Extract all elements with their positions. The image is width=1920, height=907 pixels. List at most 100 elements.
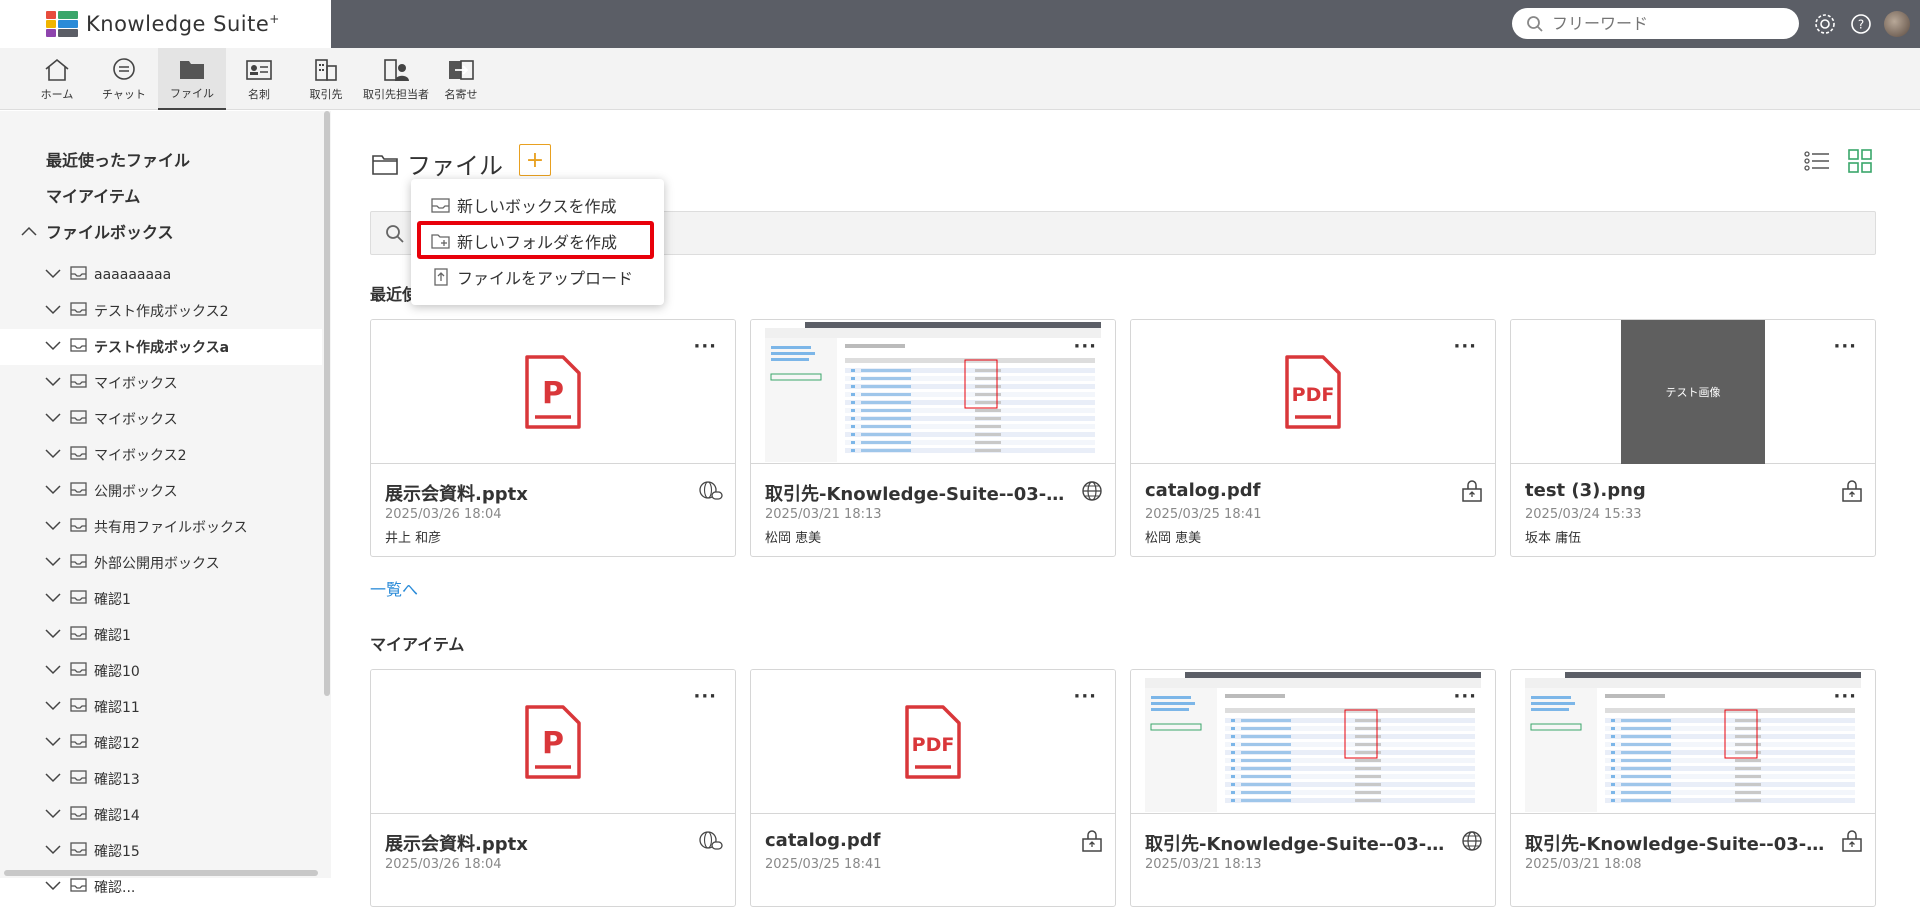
file-access-badge[interactable] (1081, 830, 1103, 856)
list-view-icon[interactable] (1804, 149, 1830, 177)
file-name[interactable]: 展示会資料.pptx (385, 480, 685, 506)
sidebar-box-item[interactable]: 確認1 (0, 617, 322, 653)
file-thumbnail[interactable]: P (371, 320, 735, 464)
avatar[interactable] (1884, 11, 1910, 37)
file-name[interactable]: 展示会資料.pptx (385, 830, 685, 856)
file-access-badge[interactable] (1841, 480, 1863, 506)
gear-icon[interactable] (1812, 11, 1838, 37)
file-name[interactable]: 取引先-Knowledge-Suite--03-21... (765, 480, 1065, 506)
chevron-down-icon[interactable] (44, 843, 62, 859)
nav-chat[interactable]: チャット (100, 48, 148, 110)
menu-upload-file[interactable]: ファイルをアップロード (431, 263, 633, 291)
file-card[interactable]: ··· 取引先-Knowledge-Suite--03-21... 2025/03/… (750, 319, 1116, 557)
nav-merge[interactable]: 名寄せ (440, 48, 482, 110)
global-search-input[interactable] (1552, 14, 1772, 33)
sidebar-box-item[interactable]: aaaaaaaaa (0, 257, 322, 293)
sidebar-horizontal-scrollbar[interactable] (4, 870, 318, 876)
file-thumbnail[interactable]: テスト画像 (1511, 320, 1875, 464)
chevron-down-icon[interactable] (44, 411, 62, 427)
sidebar-box-item[interactable]: 確認12 (0, 725, 322, 761)
chevron-down-icon[interactable] (44, 519, 62, 535)
chevron-down-icon[interactable] (44, 267, 62, 283)
file-thumbnail[interactable]: P (371, 670, 735, 814)
sidebar-box-item[interactable]: 確認11 (0, 689, 322, 725)
sidebar-recent-files[interactable]: 最近使ったファイル (46, 147, 190, 171)
nav-account[interactable]: 取引先 (305, 48, 347, 110)
file-thumbnail[interactable]: PDF (1131, 320, 1495, 464)
chevron-down-icon[interactable] (44, 735, 62, 751)
more-options-icon[interactable]: ··· (1833, 686, 1857, 707)
file-name[interactable]: catalog.pdf (1145, 480, 1445, 501)
chevron-down-icon[interactable] (44, 555, 62, 571)
sidebar-box-item[interactable]: 確認1 (0, 581, 322, 617)
chevron-down-icon[interactable] (44, 879, 62, 895)
chevron-down-icon[interactable] (44, 375, 62, 391)
file-card[interactable]: ··· 取引先-Knowledge-Suite--03-21... 2025/03/… (1130, 669, 1496, 907)
grid-view-icon[interactable] (1848, 149, 1872, 177)
file-card[interactable]: P ··· 展示会資料.pptx 2025/03/26 18:04 (370, 669, 736, 907)
sidebar-box-item[interactable]: 確認10 (0, 653, 322, 689)
file-card[interactable]: PDF ··· catalog.pdf 2025/03/25 18:41 (750, 669, 1116, 907)
nav-home[interactable]: ホーム (34, 48, 80, 110)
file-card[interactable]: P ··· 展示会資料.pptx 2025/03/26 18:04 井上 和彦 (370, 319, 736, 557)
more-options-icon[interactable]: ··· (1453, 686, 1477, 707)
chevron-down-icon[interactable] (44, 303, 62, 319)
chevron-down-icon[interactable] (44, 771, 62, 787)
sidebar-box-item[interactable]: マイボックス (0, 365, 322, 401)
global-search[interactable] (1512, 8, 1799, 39)
nav-business-card[interactable]: 名刺 (236, 48, 282, 110)
help-icon[interactable]: ? (1848, 11, 1874, 37)
more-options-icon[interactable]: ··· (1073, 336, 1097, 357)
more-options-icon[interactable]: ··· (693, 686, 717, 707)
file-name[interactable]: catalog.pdf (765, 830, 1065, 851)
sidebar-box-item[interactable]: 公開ボックス (0, 473, 322, 509)
sidebar-box-item[interactable]: 確認13 (0, 761, 322, 797)
file-access-badge[interactable] (1081, 480, 1103, 506)
brand[interactable]: Knowledge Suite+ (0, 0, 331, 48)
sidebar-box-item[interactable]: マイボックス2 (0, 437, 322, 473)
file-access-badge[interactable] (699, 830, 723, 856)
more-options-icon[interactable]: ··· (1073, 686, 1097, 707)
sidebar-my-items[interactable]: マイアイテム (46, 183, 140, 207)
chevron-down-icon[interactable] (44, 807, 62, 823)
menu-new-box[interactable]: 新しいボックスを作成 (431, 191, 617, 219)
chevron-down-icon[interactable] (44, 447, 62, 463)
chevron-down-icon[interactable] (44, 627, 62, 643)
box-icon (70, 625, 88, 645)
file-name[interactable]: test (3).png (1525, 480, 1825, 501)
sidebar-box-item[interactable]: 外部公開用ボックス (0, 545, 322, 581)
file-name[interactable]: 取引先-Knowledge-Suite--03-21... (1525, 830, 1825, 856)
sidebar-box-item[interactable]: マイボックス (0, 401, 322, 437)
more-options-icon[interactable]: ··· (1453, 336, 1477, 357)
file-thumbnail[interactable] (1511, 670, 1875, 814)
file-name[interactable]: 取引先-Knowledge-Suite--03-21... (1145, 830, 1445, 856)
sidebar-file-boxes[interactable]: ファイルボックス (20, 219, 174, 243)
sidebar-box-item[interactable]: 確認15 (0, 833, 322, 869)
file-card[interactable]: テスト画像 ··· test (3).png 2025/03/24 15:33 坂本 庸… (1510, 319, 1876, 557)
file-access-badge[interactable] (1461, 830, 1483, 856)
sidebar-box-item[interactable]: テスト作成ボックスa (0, 329, 322, 365)
sidebar-box-item[interactable]: テスト作成ボックス2 (0, 293, 322, 329)
file-card[interactable]: PDF ··· catalog.pdf 2025/03/25 18:41 松岡 恵美 (1130, 319, 1496, 557)
file-access-badge[interactable] (1841, 830, 1863, 856)
chevron-down-icon[interactable] (44, 339, 62, 355)
nav-file[interactable]: ファイル (158, 48, 226, 110)
file-card[interactable]: ··· 取引先-Knowledge-Suite--03-21... 2025/03/… (1510, 669, 1876, 907)
file-thumbnail[interactable] (1131, 670, 1495, 814)
chevron-down-icon[interactable] (44, 699, 62, 715)
sidebar-scrollbar[interactable] (324, 111, 330, 696)
file-access-badge[interactable] (699, 480, 723, 506)
chevron-down-icon[interactable] (44, 663, 62, 679)
sidebar-box-item[interactable]: 確認14 (0, 797, 322, 833)
chevron-down-icon[interactable] (44, 483, 62, 499)
file-thumbnail[interactable] (751, 320, 1115, 464)
nav-contact[interactable]: 取引先担当者 (359, 48, 433, 110)
file-thumbnail[interactable]: PDF (751, 670, 1115, 814)
sidebar-box-item[interactable]: 共有用ファイルボックス (0, 509, 322, 545)
chevron-down-icon[interactable] (44, 591, 62, 607)
view-all-link[interactable]: 一覧へ (370, 576, 418, 600)
more-options-icon[interactable]: ··· (693, 336, 717, 357)
file-access-badge[interactable] (1461, 480, 1483, 506)
more-options-icon[interactable]: ··· (1833, 336, 1857, 357)
add-button[interactable]: + (519, 144, 551, 176)
